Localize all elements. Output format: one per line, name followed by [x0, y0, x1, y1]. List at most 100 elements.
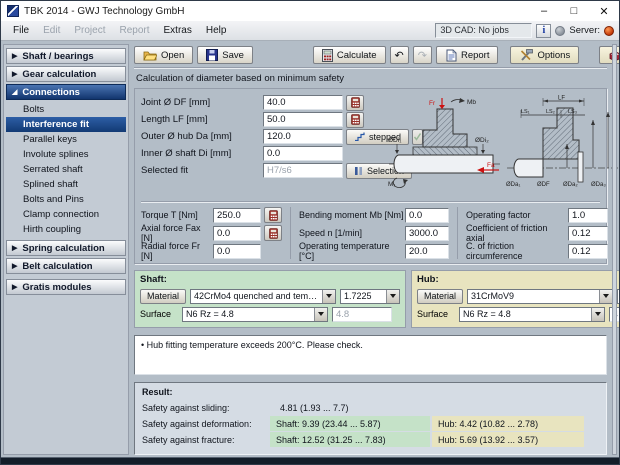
- shaft-material-button[interactable]: Material: [140, 289, 186, 304]
- operating-factor-input[interactable]: [568, 208, 608, 223]
- chevron-down-icon[interactable]: [322, 290, 335, 303]
- sidebar-item-bolts[interactable]: Bolts: [6, 102, 126, 117]
- section-title: Calculation of diameter based on minimum…: [134, 71, 607, 88]
- shaft-surface-value: N6 Rz = 4.8: [186, 309, 312, 319]
- sidebar-group-spring-calculation[interactable]: ▶ Spring calculation: [6, 240, 126, 256]
- options-button-label: Options: [537, 50, 570, 61]
- torque-calc-button[interactable]: [264, 207, 282, 223]
- joint-diameter-calc-button[interactable]: [346, 95, 364, 111]
- menu-extras[interactable]: Extras: [157, 23, 199, 38]
- operating-temperature-input[interactable]: [405, 244, 449, 259]
- torque-input[interactable]: [213, 208, 261, 223]
- calculator-icon: [351, 114, 360, 125]
- sidebar-group-connections[interactable]: ◢ Connections: [6, 84, 126, 100]
- sidebar-group-shaft-bearings[interactable]: ▶ Shaft / bearings: [6, 48, 126, 64]
- sidebar-group-label: Spring calculation: [22, 243, 104, 254]
- hub-material-value: 31CrMoV9: [471, 291, 597, 301]
- hub-surface-label: Surface: [417, 309, 455, 319]
- sidebar-item-parallel-keys[interactable]: Parallel keys: [6, 132, 126, 147]
- minimize-button[interactable]: –: [529, 1, 559, 21]
- sidebar-item-serrated-shaft[interactable]: Serrated shaft: [6, 162, 126, 177]
- radial-force-label: Radial force Fr [N]: [141, 241, 213, 261]
- bending-moment-label: Bending moment Mb [Nm]: [299, 210, 405, 220]
- collapsed-arrow-icon: ▶: [12, 53, 17, 60]
- sidebar-group-gear-calculation[interactable]: ▶ Gear calculation: [6, 66, 126, 82]
- menubar: File Edit Project Report Extras Help 3D …: [1, 21, 619, 41]
- chevron-down-icon[interactable]: [314, 308, 327, 321]
- hub-material-dropdown[interactable]: 31CrMoV9: [467, 289, 613, 304]
- length-calc-button[interactable]: [346, 112, 364, 128]
- radial-force-input[interactable]: [213, 244, 261, 259]
- sidebar-item-bolts-and-pins[interactable]: Bolts and Pins: [6, 192, 126, 207]
- axial-force-calc-button[interactable]: [264, 225, 282, 241]
- speed-input[interactable]: [405, 226, 449, 241]
- scrollbar-track[interactable]: [612, 44, 617, 455]
- server-label: Server:: [569, 25, 600, 36]
- close-button[interactable]: ✕: [589, 1, 619, 21]
- menu-file[interactable]: File: [6, 23, 36, 38]
- inner-diameter-input[interactable]: [263, 146, 343, 161]
- shaft-material-dropdown[interactable]: 42CrMo4 quenched and temp...: [190, 289, 336, 304]
- open-button-label: Open: [161, 50, 184, 61]
- sidebar-group-gratis-modules[interactable]: ▶ Gratis modules: [6, 279, 126, 295]
- dim-df-label: ØDF: [537, 182, 550, 188]
- joint-diameter-input[interactable]: [263, 95, 343, 110]
- open-button[interactable]: Open: [134, 46, 193, 64]
- calculate-button[interactable]: Calculate: [313, 46, 386, 64]
- options-button[interactable]: Options: [510, 46, 579, 64]
- report-button[interactable]: Report: [436, 46, 499, 64]
- chevron-down-icon[interactable]: [591, 308, 604, 321]
- dim-da3-label: ØDa₃: [591, 182, 606, 188]
- menu-project: Project: [67, 23, 112, 38]
- toolbar-divider: [134, 67, 607, 69]
- deformation-safety-hub-value: Hub: 4.42 (10.82 ... 2.78): [432, 416, 584, 431]
- outer-diameter-label: Outer Ø hub Da [mm]: [141, 131, 263, 142]
- maximize-button[interactable]: □: [559, 1, 589, 21]
- sidebar-item-interference-fit[interactable]: Interference fit: [6, 117, 126, 132]
- outer-diameter-input[interactable]: [263, 129, 343, 144]
- friction-axial-input[interactable]: [568, 226, 608, 241]
- shaft-material-number: 1.7225: [344, 291, 384, 301]
- sidebar-item-splined-shaft[interactable]: Splined shaft: [6, 177, 126, 192]
- interference-fit-diagram-dimensions: LF LS₁ LS₂ LS₃: [505, 94, 620, 198]
- hub-panel-title: Hub:: [417, 274, 620, 285]
- length-input[interactable]: [263, 112, 343, 127]
- hub-material-button[interactable]: Material: [417, 289, 463, 304]
- operating-temperature-label: Operating temperature [°C]: [299, 241, 405, 261]
- undo-icon: ↶: [395, 49, 404, 62]
- fit-selection-icon: [354, 166, 363, 176]
- friction-axial-label: Coefficient of friction axial: [466, 223, 568, 243]
- shaft-surface-dropdown[interactable]: N6 Rz = 4.8: [182, 307, 328, 322]
- collapsed-arrow-icon: ▶: [12, 284, 17, 291]
- shaft-panel-title: Shaft:: [140, 274, 400, 285]
- sidebar-group-label: Shaft / bearings: [22, 51, 93, 62]
- sidebar-item-involute-splines[interactable]: Involute splines: [6, 147, 126, 162]
- interference-fit-diagram-forces: Mb Fr ØDi₁ ØDi₂ Fa M₁: [387, 94, 505, 198]
- message-box: • Hub fitting temperature exceeds 200°C.…: [134, 335, 607, 375]
- chevron-down-icon[interactable]: [386, 290, 399, 303]
- sidebar-item-hirth-coupling[interactable]: Hirth coupling: [6, 222, 126, 237]
- chevron-down-icon[interactable]: [599, 290, 612, 303]
- dim-lf-label: LF: [558, 96, 565, 102]
- hub-surface-dropdown[interactable]: N6 Rz = 4.8: [459, 307, 605, 322]
- app-window: TBK 2014 - GWJ Technology GmbH – □ ✕ Fil…: [0, 0, 620, 465]
- shaft-material-number-dropdown[interactable]: 1.7225: [340, 289, 400, 304]
- menu-edit: Edit: [36, 23, 67, 38]
- fracture-safety-shaft-value: Shaft: 12.52 (31.25 ... 7.83): [270, 432, 430, 447]
- friction-circumference-input[interactable]: [568, 244, 608, 259]
- axial-force-input[interactable]: [213, 226, 261, 241]
- collapsed-arrow-icon: ▶: [12, 263, 17, 270]
- menu-report: Report: [112, 23, 156, 38]
- info-button[interactable]: i: [536, 24, 551, 38]
- result-box: Result: Safety against sliding: 4.81 (1.…: [134, 382, 607, 455]
- sidebar-item-clamp-connection[interactable]: Clamp connection: [6, 207, 126, 222]
- bending-moment-input[interactable]: [405, 208, 449, 223]
- menu-help[interactable]: Help: [199, 23, 234, 38]
- sidebar-group-belt-calculation[interactable]: ▶ Belt calculation: [6, 258, 126, 274]
- module-sidebar: ▶ Shaft / bearings ▶ Gear calculation ◢ …: [3, 44, 129, 455]
- selected-fit-label: Selected fit: [141, 165, 263, 176]
- sidebar-group-label: Belt calculation: [22, 261, 92, 272]
- undo-button[interactable]: ↶: [390, 46, 409, 64]
- app-logo-icon: [7, 5, 19, 17]
- save-button[interactable]: Save: [197, 46, 253, 64]
